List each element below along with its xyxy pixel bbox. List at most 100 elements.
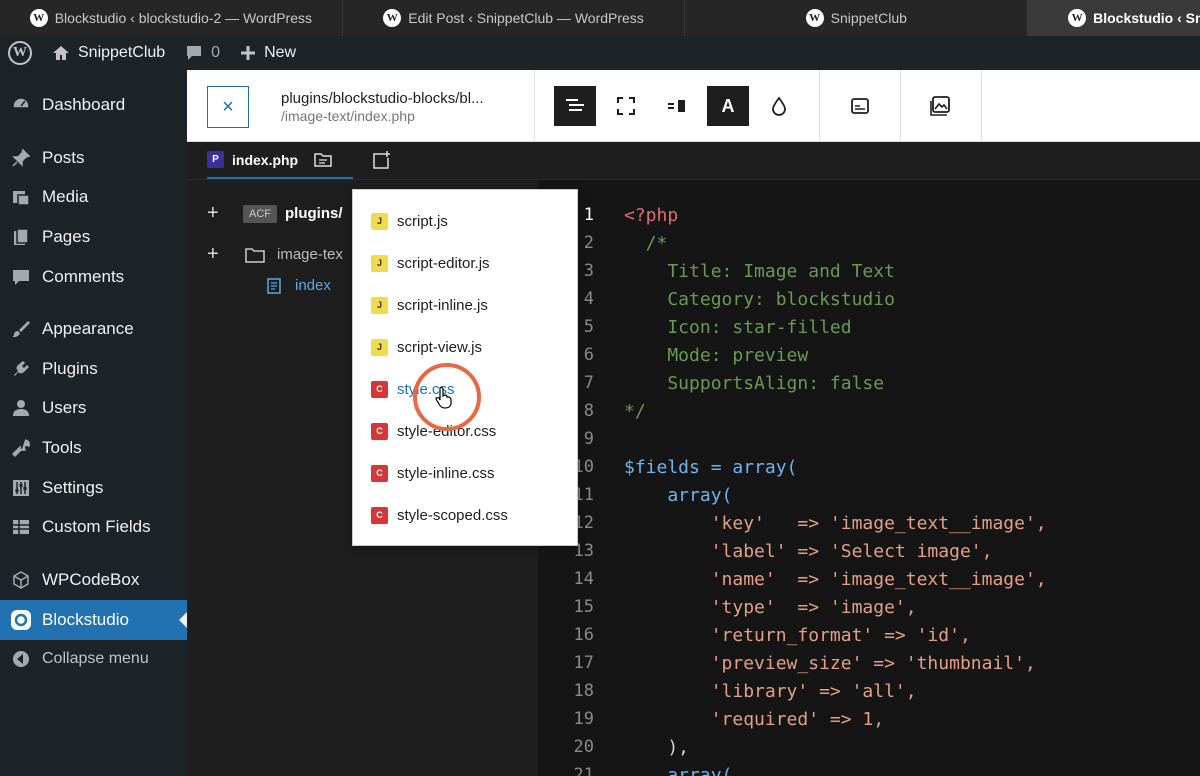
sidebar-item-label: Blockstudio bbox=[42, 610, 129, 629]
wordpress-icon: W bbox=[383, 9, 402, 27]
code-line: 1 <?php bbox=[538, 201, 1200, 229]
sidebar-item-pages[interactable]: Pages bbox=[0, 217, 187, 257]
sidebar-item-label: Settings bbox=[42, 478, 104, 497]
dropdown-item-label: style-inline.css bbox=[397, 464, 495, 482]
sidebar-item-wpcodebox[interactable]: WPCodeBox bbox=[0, 560, 187, 600]
tree-file-label: index bbox=[295, 277, 331, 294]
close-editor-button[interactable]: × bbox=[207, 86, 249, 128]
code-text: 'type' => 'image', bbox=[624, 596, 917, 618]
sidebar-item-comments[interactable]: Comments bbox=[0, 257, 187, 297]
file-tab-index-php[interactable]: P index.php bbox=[207, 142, 353, 179]
sidebar-item-label: Comments bbox=[42, 267, 125, 286]
expand-icon[interactable]: + bbox=[207, 202, 231, 225]
tree-row-folder[interactable]: + image-tex bbox=[207, 243, 343, 266]
sidebar-item-users[interactable]: Users bbox=[0, 388, 187, 428]
browser-tab[interactable]: W Edit Post ‹ SnippetClub — WordPress bbox=[342, 0, 686, 36]
line-number: 21 bbox=[573, 765, 594, 776]
code-text: Icon: star-filled bbox=[624, 316, 852, 338]
code-line: 5 Icon: star-filled bbox=[538, 313, 1200, 341]
align-left-toggle[interactable] bbox=[554, 86, 596, 126]
sidebar-item-label: Posts bbox=[42, 148, 85, 167]
code-line: 14 'name' => 'image_text__image', bbox=[538, 565, 1200, 593]
wrench-icon bbox=[10, 437, 32, 459]
browser-tab[interactable]: W Blockstudio ‹ blockstudio-2 — WordPress bbox=[0, 0, 343, 36]
sliders-icon bbox=[10, 477, 32, 499]
line-number: 20 bbox=[573, 737, 594, 757]
tree-folder-label: image-tex bbox=[277, 246, 343, 263]
code-text: 'required' => 1, bbox=[624, 708, 885, 730]
sidebar-item-posts[interactable]: Posts bbox=[0, 138, 187, 178]
sidebar-position-button[interactable] bbox=[656, 86, 698, 126]
dropdown-item-script-inline-js[interactable]: Jscript-inline.js bbox=[371, 293, 488, 317]
line-number: 15 bbox=[573, 597, 594, 617]
file-path-line1: plugins/blockstudio-blocks/bl... bbox=[281, 90, 484, 107]
dropdown-item-style-editor-css[interactable]: Cstyle-editor.css bbox=[371, 419, 496, 443]
wordpress-logo-icon[interactable]: W bbox=[8, 41, 32, 65]
sidebar-item-label: Appearance bbox=[42, 319, 134, 338]
browser-tab-title: Edit Post ‹ SnippetClub — WordPress bbox=[408, 10, 644, 26]
dropdown-item-style-scoped-css[interactable]: Cstyle-scoped.css bbox=[371, 503, 508, 527]
comment-icon bbox=[10, 266, 32, 288]
dropdown-item-label: style-scoped.css bbox=[397, 506, 508, 524]
site-name-link[interactable]: SnippetClub bbox=[52, 44, 165, 62]
code-text: /* bbox=[624, 232, 668, 254]
new-file-dropdown: Jscript.js Jscript-editor.js Jscript-inl… bbox=[352, 189, 578, 546]
line-number: 17 bbox=[573, 653, 594, 673]
sidebar-item-custom-fields[interactable]: Custom Fields bbox=[0, 507, 187, 547]
code-text: 'name' => 'image_text__image', bbox=[624, 568, 1047, 590]
code-line: 13 'label' => 'Select image', bbox=[538, 537, 1200, 565]
code-editor[interactable]: 1 <?php 2 /* 3 Title: Image and Text 4 Ca… bbox=[538, 180, 1200, 776]
sidebar-item-dashboard[interactable]: Dashboard bbox=[0, 85, 187, 125]
image-icon bbox=[930, 96, 950, 116]
grid-icon bbox=[10, 516, 32, 538]
sidebar-item-blockstudio[interactable]: Blockstudio bbox=[0, 600, 187, 640]
code-line: 10 $fields = array( bbox=[538, 453, 1200, 481]
dropdown-item-style-inline-css[interactable]: Cstyle-inline.css bbox=[371, 461, 495, 485]
comments-link[interactable]: 0 bbox=[185, 44, 220, 62]
line-number: 19 bbox=[573, 709, 594, 729]
new-content-link[interactable]: New bbox=[240, 44, 296, 62]
hand-cursor-icon bbox=[435, 386, 452, 409]
site-name: SnippetClub bbox=[78, 44, 166, 61]
sidebar-item-label: Pages bbox=[42, 227, 91, 246]
preview-panel-button[interactable] bbox=[839, 86, 881, 126]
dropdown-item-script-editor-js[interactable]: Jscript-editor.js bbox=[371, 251, 490, 275]
js-file-badge: J bbox=[371, 338, 388, 356]
acf-badge: ACF bbox=[243, 204, 277, 223]
color-mode-button[interactable] bbox=[758, 86, 800, 126]
code-line: 11 array( bbox=[538, 481, 1200, 509]
sidebar-item-tools[interactable]: Tools bbox=[0, 428, 187, 468]
sidebar-item-plugins[interactable]: Plugins bbox=[0, 349, 187, 389]
browser-tab-active[interactable]: W Blockstudio ‹ Snip bbox=[1028, 0, 1200, 36]
collapse-menu-label: Collapse menu bbox=[42, 650, 149, 667]
dropdown-item-label: script-inline.js bbox=[397, 296, 488, 314]
collapse-menu-button[interactable]: Collapse menu bbox=[0, 639, 187, 679]
sidebar-item-settings[interactable]: Settings bbox=[0, 468, 187, 508]
folder-file-icon[interactable] bbox=[314, 152, 332, 168]
sidebar-item-media[interactable]: Media bbox=[0, 177, 187, 217]
font-size-toggle[interactable]: A bbox=[707, 86, 749, 126]
code-line: 20 ), bbox=[538, 733, 1200, 761]
js-file-badge: J bbox=[371, 296, 388, 314]
code-line: 7 SupportsAlign: false bbox=[538, 369, 1200, 397]
code-line: 4 Category: blockstudio bbox=[538, 285, 1200, 313]
cube-icon bbox=[10, 569, 32, 591]
dropdown-item-script-js[interactable]: Jscript.js bbox=[371, 209, 448, 233]
dropdown-item-script-view-js[interactable]: Jscript-view.js bbox=[371, 335, 482, 359]
code-text: 'key' => 'image_text__image', bbox=[624, 512, 1047, 534]
browser-tab[interactable]: W SnippetClub bbox=[685, 0, 1029, 36]
admin-sidebar: Dashboard Posts Media Pages Comments App… bbox=[0, 70, 187, 776]
sidebar-item-label: Media bbox=[42, 187, 89, 206]
code-text: <?php bbox=[624, 204, 679, 226]
tree-row-root[interactable]: + ACF plugins/ bbox=[207, 202, 343, 225]
fullscreen-button[interactable] bbox=[605, 86, 647, 126]
image-preview-button[interactable] bbox=[920, 86, 962, 126]
expand-icon[interactable]: + bbox=[207, 243, 231, 266]
tree-row-file[interactable]: index bbox=[267, 277, 331, 294]
sidebar-item-label: Plugins bbox=[42, 359, 98, 378]
css-file-badge: C bbox=[371, 380, 388, 398]
line-number: 16 bbox=[573, 625, 594, 645]
wordpress-icon: W bbox=[805, 9, 824, 27]
sidebar-item-appearance[interactable]: Appearance bbox=[0, 309, 187, 349]
add-file-icon[interactable] bbox=[371, 150, 391, 170]
